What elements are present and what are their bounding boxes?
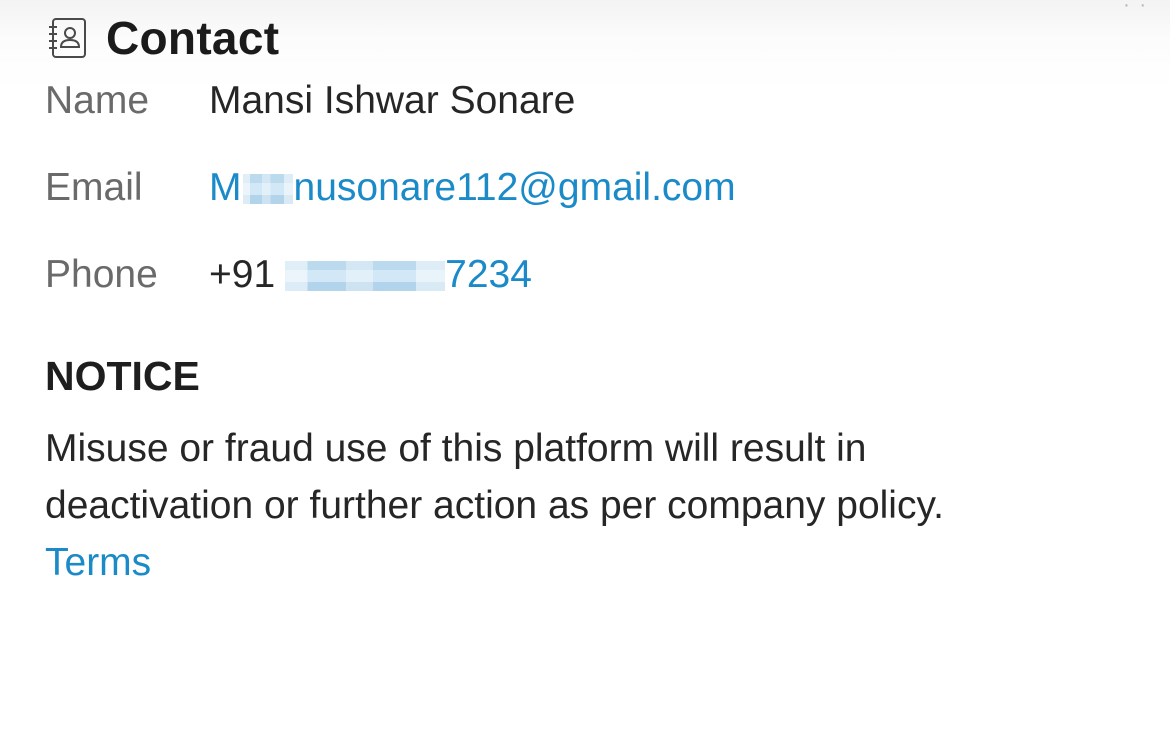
email-row: Email Mnusonare112@gmail.com: [45, 165, 736, 211]
contact-book-icon: [49, 18, 86, 58]
notice-body: Misuse or fraud use of this platform wil…: [45, 427, 944, 527]
terms-link[interactable]: Terms: [45, 534, 151, 591]
phone-value: +91 7234: [209, 252, 532, 298]
email-link[interactable]: Mnusonare112@gmail.com: [209, 165, 736, 211]
email-prefix: M: [209, 166, 242, 209]
name-value: Mansi Ishwar Sonare: [209, 79, 576, 122]
email-label: Email: [45, 166, 143, 209]
phone-redaction: [285, 261, 446, 291]
page-title: Contact: [106, 12, 280, 64]
notice-title: NOTICE: [45, 353, 200, 399]
overflow-indicator: · ·: [1123, 0, 1148, 16]
phone-row: Phone +91 7234: [45, 252, 532, 298]
contact-page: · · Contact Name Mansi Ishwar Sonare Ema…: [0, 0, 1170, 752]
name-label: Name: [45, 79, 150, 122]
contact-header: Contact: [46, 12, 279, 64]
phone-label: Phone: [45, 253, 158, 296]
email-suffix: nusonare112@gmail.com: [293, 166, 736, 209]
name-row: Name Mansi Ishwar Sonare: [45, 78, 575, 124]
email-redaction: [242, 174, 293, 204]
phone-link[interactable]: 7234: [445, 253, 532, 296]
phone-country-code: +91: [209, 253, 276, 296]
